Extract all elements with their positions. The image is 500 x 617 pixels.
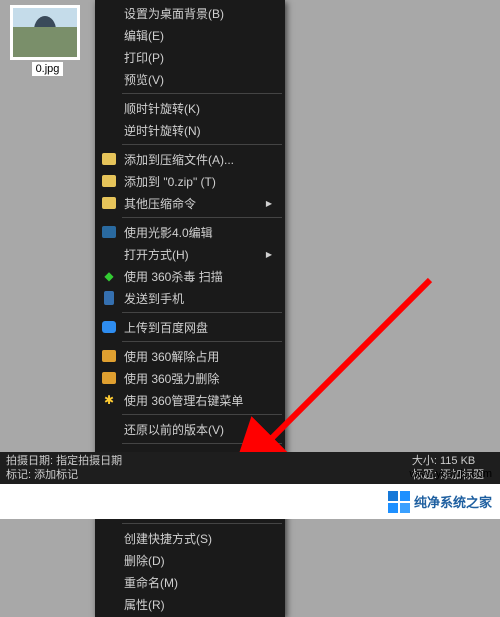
- menu-edit[interactable]: 编辑(E): [96, 24, 284, 46]
- menu-label: 逆时针旋转(N): [124, 122, 201, 139]
- menu-label: 使用 360解除占用: [124, 348, 219, 365]
- folder-icon: [100, 347, 118, 365]
- cloud-icon: [100, 318, 118, 336]
- menu-label: 添加到 "0.zip" (T): [124, 173, 216, 190]
- menu-separator: [122, 414, 282, 415]
- status-size-label: 大小:: [412, 455, 437, 467]
- watermark: www.ycswjs.com 纯净系统之家: [0, 484, 500, 519]
- watermark-url: www.ycswjs.com: [409, 468, 492, 480]
- menu-rename[interactable]: 重命名(M): [96, 571, 284, 593]
- status-size-value: 115 KB: [440, 455, 475, 467]
- menu-label: 打开方式(H): [124, 246, 189, 263]
- menu-photo-edit[interactable]: 使用光影4.0编辑: [96, 221, 284, 243]
- menu-label: 创建快捷方式(S): [124, 530, 212, 547]
- menu-separator: [122, 523, 282, 524]
- archive-icon: [100, 150, 118, 168]
- archive-icon: [100, 172, 118, 190]
- menu-label: 使用光影4.0编辑: [124, 224, 213, 241]
- menu-label: 打印(P): [124, 49, 164, 66]
- gear-icon: ✱: [100, 391, 118, 409]
- menu-create-shortcut[interactable]: 创建快捷方式(S): [96, 527, 284, 549]
- menu-set-wallpaper[interactable]: 设置为桌面背景(B): [96, 2, 284, 24]
- file-thumbnail: [10, 5, 80, 60]
- menu-add-archive[interactable]: 添加到压缩文件(A)...: [96, 148, 284, 170]
- menu-rotate-cw[interactable]: 顺时针旋转(K): [96, 97, 284, 119]
- menu-label: 发送到手机: [124, 290, 184, 307]
- menu-label: 其他压缩命令: [124, 195, 196, 212]
- delete-icon: [100, 369, 118, 387]
- menu-baidu-upload[interactable]: 上传到百度网盘: [96, 316, 284, 338]
- watermark-text: 纯净系统之家: [414, 492, 492, 511]
- menu-label: 使用 360强力删除: [124, 370, 219, 387]
- menu-other-compress[interactable]: 其他压缩命令 ▶: [96, 192, 284, 214]
- menu-delete[interactable]: 删除(D): [96, 549, 284, 571]
- menu-label: 属性(R): [124, 596, 165, 613]
- menu-label: 顺时针旋转(K): [124, 100, 200, 117]
- menu-separator: [122, 93, 282, 94]
- menu-force-del-360[interactable]: 使用 360强力删除: [96, 367, 284, 389]
- archive-icon: [100, 194, 118, 212]
- menu-label: 删除(D): [124, 552, 165, 569]
- status-tag-label: 标记:: [6, 469, 31, 481]
- menu-separator: [122, 341, 282, 342]
- menu-separator: [122, 144, 282, 145]
- menu-separator: [122, 443, 282, 444]
- menu-label: 上传到百度网盘: [124, 319, 208, 336]
- menu-label: 设置为桌面背景(B): [124, 5, 224, 22]
- context-menu: 设置为桌面背景(B) 编辑(E) 打印(P) 预览(V) 顺时针旋转(K) 逆时…: [95, 0, 285, 617]
- menu-menu-mgr-360[interactable]: ✱ 使用 360管理右键菜单: [96, 389, 284, 411]
- menu-rotate-ccw[interactable]: 逆时针旋转(N): [96, 119, 284, 141]
- menu-separator: [122, 312, 282, 313]
- file-item[interactable]: 0.jpg: [10, 5, 85, 76]
- menu-label: 预览(V): [124, 71, 164, 88]
- menu-print[interactable]: 打印(P): [96, 46, 284, 68]
- menu-preview[interactable]: 预览(V): [96, 68, 284, 90]
- menu-label: 使用 360管理右键菜单: [124, 392, 243, 409]
- menu-label: 添加到压缩文件(A)...: [124, 151, 234, 168]
- menu-scan-360[interactable]: ◆ 使用 360杀毒 扫描: [96, 265, 284, 287]
- watermark-logo-icon: [388, 491, 410, 513]
- menu-restore-prev[interactable]: 还原以前的版本(V): [96, 418, 284, 440]
- menu-separator: [122, 217, 282, 218]
- menu-open-with[interactable]: 打开方式(H) ▶: [96, 243, 284, 265]
- menu-label: 编辑(E): [124, 27, 164, 44]
- menu-properties[interactable]: 属性(R): [96, 593, 284, 615]
- photo-icon: [100, 223, 118, 241]
- status-tag-value[interactable]: 添加标记: [34, 469, 78, 481]
- phone-icon: [100, 289, 118, 307]
- status-date-value[interactable]: 指定拍摄日期: [56, 455, 122, 467]
- menu-send-phone[interactable]: 发送到手机: [96, 287, 284, 309]
- menu-label: 使用 360杀毒 扫描: [124, 268, 223, 285]
- menu-unlock-360[interactable]: 使用 360解除占用: [96, 345, 284, 367]
- menu-label: 还原以前的版本(V): [124, 421, 224, 438]
- status-date-label: 拍摄日期:: [6, 455, 53, 467]
- shield-icon: ◆: [100, 267, 118, 285]
- file-label: 0.jpg: [32, 62, 64, 76]
- submenu-arrow-icon: ▶: [266, 199, 272, 208]
- submenu-arrow-icon: ▶: [266, 250, 272, 259]
- menu-label: 重命名(M): [124, 574, 178, 591]
- menu-add-zip[interactable]: 添加到 "0.zip" (T): [96, 170, 284, 192]
